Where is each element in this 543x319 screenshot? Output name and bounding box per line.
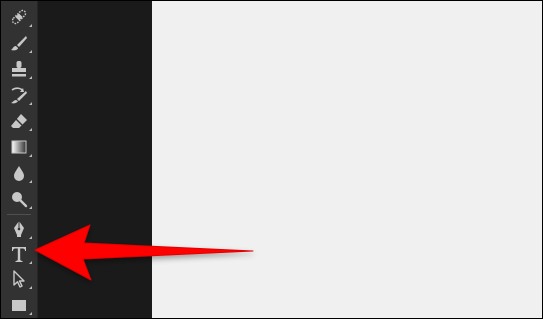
tool-group-divider (7, 214, 31, 215)
pen-tool[interactable] (4, 217, 34, 241)
tool-flyout-indicator (29, 286, 32, 289)
tool-flyout-indicator (29, 76, 32, 79)
brush-tool[interactable] (4, 31, 34, 55)
tool-flyout-indicator (29, 180, 32, 183)
dodge-tool[interactable] (4, 187, 34, 211)
tool-flyout-indicator (29, 102, 32, 105)
rectangle-icon (12, 300, 26, 311)
type-icon (12, 247, 26, 262)
bandage-icon (11, 9, 27, 25)
path-selection-tool[interactable] (4, 267, 34, 291)
type-tool[interactable] (4, 242, 34, 266)
history-brush-icon (11, 87, 27, 104)
document-canvas[interactable] (152, 1, 542, 318)
tool-flyout-indicator (29, 261, 32, 264)
tools-panel (1, 1, 38, 318)
stamp-icon (12, 61, 26, 77)
tool-flyout-indicator (29, 206, 32, 209)
rectangle-tool[interactable] (4, 293, 34, 317)
dodge-icon (12, 192, 28, 208)
healing-brush-tool[interactable] (4, 5, 34, 29)
workspace-background (38, 1, 152, 318)
drop-icon (14, 166, 24, 181)
photoshop-window (0, 0, 543, 319)
history-brush-tool[interactable] (4, 83, 34, 107)
brush-icon (11, 36, 27, 51)
eraser-tool[interactable] (4, 109, 34, 133)
tool-flyout-indicator (29, 24, 32, 27)
eraser-icon (11, 114, 27, 128)
clone-stamp-tool[interactable] (4, 57, 34, 81)
tool-flyout-indicator (29, 128, 32, 131)
gradient-tool[interactable] (4, 135, 34, 159)
tool-flyout-indicator (29, 312, 32, 315)
pen-icon (14, 221, 24, 237)
gradient-icon (11, 140, 27, 154)
tool-flyout-indicator (29, 154, 32, 157)
blur-tool[interactable] (4, 161, 34, 185)
tool-flyout-indicator (29, 236, 32, 239)
tool-flyout-indicator (29, 50, 32, 53)
arrow-cursor-icon (13, 270, 25, 288)
